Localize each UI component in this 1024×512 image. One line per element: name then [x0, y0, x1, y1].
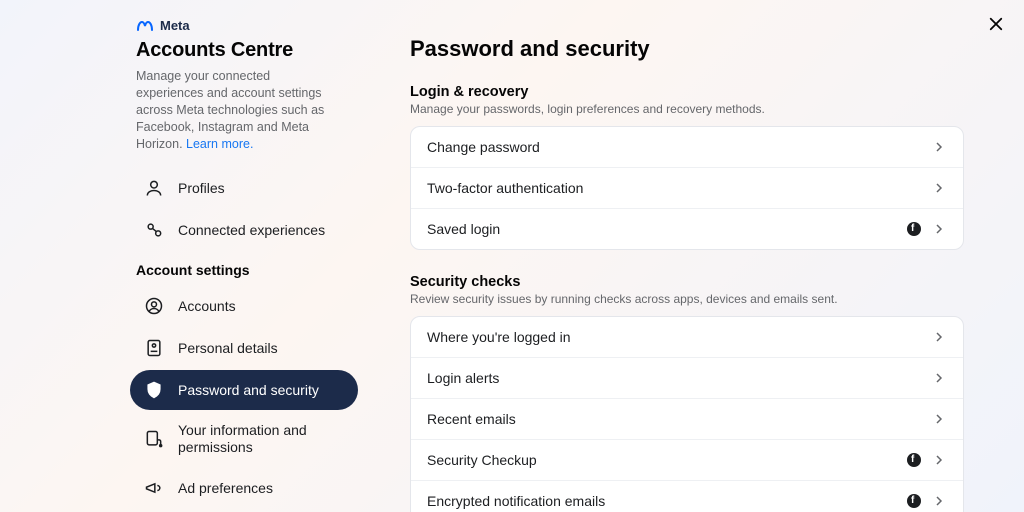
brand: Meta [0, 18, 364, 39]
chevron-right-icon [931, 370, 947, 386]
close-button[interactable] [984, 12, 1008, 36]
sidebar-item-connected-experiences[interactable]: Connected experiences [130, 210, 358, 250]
row-label: Security Checkup [427, 452, 537, 468]
facebook-icon [907, 494, 921, 508]
sidebar-item-ad-preferences[interactable]: Ad preferences [130, 468, 358, 508]
row-label: Two-factor authentication [427, 180, 583, 196]
sidebar-title: Accounts Centre [0, 39, 364, 68]
row-two-factor[interactable]: Two-factor authentication [411, 168, 963, 209]
chevron-right-icon [931, 221, 947, 237]
sidebar-item-label: Accounts [178, 298, 236, 315]
chevron-right-icon [931, 411, 947, 427]
row-security-checkup[interactable]: Security Checkup [411, 440, 963, 481]
row-label: Login alerts [427, 370, 499, 386]
page-title: Password and security [410, 36, 964, 62]
sidebar-item-password-security[interactable]: Password and security [130, 370, 358, 410]
facebook-icon [907, 453, 921, 467]
sidebar-item-info-permissions[interactable]: Your information and permissions [130, 412, 358, 466]
learn-more-link[interactable]: Learn more. [186, 137, 253, 151]
row-label: Where you're logged in [427, 329, 571, 345]
sidebar-nav-settings: Accounts Personal details Password and s… [0, 286, 364, 512]
sidebar-item-profiles[interactable]: Profiles [130, 168, 358, 208]
permissions-icon [144, 429, 164, 449]
chevron-right-icon [931, 452, 947, 468]
row-label: Saved login [427, 221, 500, 237]
sidebar-item-label: Profiles [178, 180, 225, 197]
row-saved-login[interactable]: Saved login [411, 209, 963, 249]
person-icon [144, 178, 164, 198]
chevron-right-icon [931, 329, 947, 345]
row-login-alerts[interactable]: Login alerts [411, 358, 963, 399]
sidebar-item-label: Password and security [178, 382, 319, 399]
sidebar: Meta Accounts Centre Manage your connect… [0, 0, 364, 512]
chevron-right-icon [931, 493, 947, 509]
card-login-recovery: Change password Two-factor authenticatio… [410, 126, 964, 250]
sidebar-item-label: Your information and permissions [178, 422, 344, 456]
close-icon [987, 15, 1005, 33]
group-subtitle: Review security issues by running checks… [410, 292, 964, 306]
sidebar-description: Manage your connected experiences and ac… [0, 68, 364, 166]
row-where-logged-in[interactable]: Where you're logged in [411, 317, 963, 358]
chevron-right-icon [931, 180, 947, 196]
row-recent-emails[interactable]: Recent emails [411, 399, 963, 440]
row-label: Encrypted notification emails [427, 493, 605, 509]
meta-logo-icon [136, 20, 154, 32]
sidebar-item-accounts[interactable]: Accounts [130, 286, 358, 326]
group-title: Login & recovery [410, 84, 964, 100]
group-subtitle: Manage your passwords, login preferences… [410, 102, 964, 116]
main-content: Password and security Login & recovery M… [364, 0, 1024, 512]
brand-text: Meta [160, 18, 190, 33]
connected-icon [144, 220, 164, 240]
sidebar-item-personal-details[interactable]: Personal details [130, 328, 358, 368]
group-security-checks: Security checks Review security issues b… [410, 274, 964, 512]
group-login-recovery: Login & recovery Manage your passwords, … [410, 84, 964, 250]
sidebar-item-label: Personal details [178, 340, 278, 357]
row-label: Recent emails [427, 411, 516, 427]
sidebar-section-label: Account settings [0, 252, 364, 284]
row-encrypted-emails[interactable]: Encrypted notification emails [411, 481, 963, 512]
sidebar-item-label: Connected experiences [178, 222, 325, 239]
sidebar-nav-top: Profiles Connected experiences [0, 168, 364, 250]
shield-icon [144, 380, 164, 400]
megaphone-icon [144, 478, 164, 498]
sidebar-item-label: Ad preferences [178, 480, 273, 497]
account-icon [144, 296, 164, 316]
row-label: Change password [427, 139, 540, 155]
row-change-password[interactable]: Change password [411, 127, 963, 168]
facebook-icon [907, 222, 921, 236]
group-title: Security checks [410, 274, 964, 290]
card-security-checks: Where you're logged in Login alerts Rece… [410, 316, 964, 512]
details-icon [144, 338, 164, 358]
chevron-right-icon [931, 139, 947, 155]
